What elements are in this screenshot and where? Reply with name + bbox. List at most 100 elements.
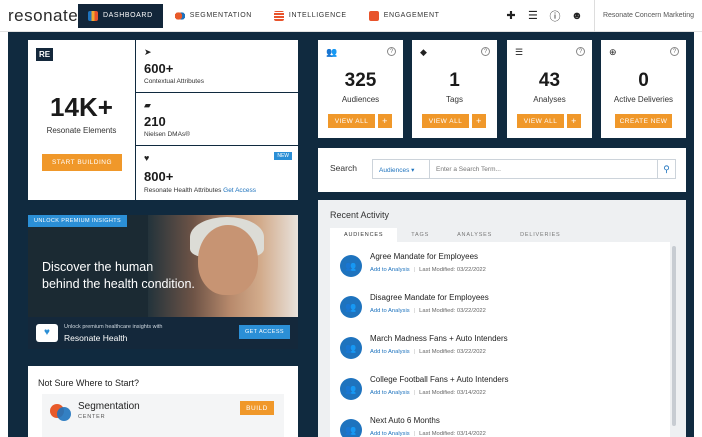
build-button[interactable]: BUILD [240,401,274,415]
segmentation-center-tile: Segmentation CENTER BUILD [42,394,284,437]
audience-avatar-icon: 👥 [340,255,362,277]
dashboard-main: RE 14K+ Resonate Elements START BUILDING… [8,32,694,437]
add-audience-button[interactable]: + [378,114,392,128]
segmentation-icon [174,10,185,21]
last-modified: Last Modified: 03/14/2022 [419,390,486,396]
health-promo-banner[interactable]: UNLOCK PREMIUM INSIGHTS Discover the hum… [28,215,298,317]
deliveries-label: Active Deliveries [613,95,674,104]
start-building-button[interactable]: START BUILDING [42,154,122,171]
last-modified: Last Modified: 03/22/2022 [419,349,486,355]
promo-headline: Discover the human behind the health con… [42,259,222,293]
health-heart-icon: ♥ [36,324,58,342]
contextual-label: Contextual Attributes [144,78,204,85]
audience-name[interactable]: Next Auto 6 Months [370,416,440,425]
tags-view-all-button[interactable]: VIEW ALL [422,114,469,128]
heart-icon: ♥ [144,153,150,163]
tab-deliveries[interactable]: DELIVERIES [506,228,574,243]
tab-dashboard[interactable]: DASHBOARD [78,3,163,28]
list-item[interactable]: 👥 Agree Mandate for Employees Add to Ana… [340,250,660,286]
add-to-analysis-link[interactable]: Add to Analysis [370,267,410,273]
help-icon[interactable]: ? [387,47,396,56]
help-icon[interactable]: ? [670,47,679,56]
help-icon[interactable]: ? [481,47,490,56]
add-to-analysis-link[interactable]: Add to Analysis [370,390,410,396]
tab-dashboard-label: DASHBOARD [103,12,153,19]
contextual-count: 600+ [144,61,174,76]
audience-name[interactable]: March Madness Fans + Auto Intenders [370,334,508,343]
last-modified: Last Modified: 03/22/2022 [419,308,486,314]
account-name[interactable]: Resonate Concern Marketing [593,0,702,32]
cursor-icon: ➤ [144,47,152,57]
audience-meta: Add to Analysis | Last Modified: 03/22/202… [370,349,486,355]
add-tag-button[interactable]: + [472,114,486,128]
plus-icon[interactable]: ✚ [500,9,522,22]
tab-analyses[interactable]: ANALYSES [443,228,506,243]
promo-footer-text: Unlock premium healthcare insights with [64,324,163,330]
help-icon[interactable]: ? [576,47,585,56]
add-to-analysis-link[interactable]: Add to Analysis [370,431,410,437]
tab-tags[interactable]: TAGS [397,228,443,243]
list-icon[interactable]: ☰ [522,9,544,22]
recent-tabs: AUDIENCES TAGS ANALYSES DELIVERIES [330,228,575,243]
help-icon[interactable]: ⓘ [544,8,566,24]
tab-audiences[interactable]: AUDIENCES [330,228,398,243]
top-navigation: resonate DASHBOARD SEGMENTATION INTELLIG… [0,0,702,32]
add-to-analysis-link[interactable]: Add to Analysis [370,308,410,314]
recent-list: 👥 Agree Mandate for Employees Add to Ana… [330,242,670,437]
tags-card: ◆ ? 1 Tags VIEW ALL + [412,40,497,138]
tab-segmentation-label: SEGMENTATION [189,12,252,19]
add-analysis-button[interactable]: + [567,114,581,128]
create-new-delivery-button[interactable]: CREATE NEW [615,114,672,128]
list-item[interactable]: 👥 March Madness Fans + Auto Intenders Ad… [340,332,660,368]
unlock-premium-tag: UNLOCK PREMIUM INSIGHTS [28,215,128,227]
analyses-count: 43 [538,70,561,91]
audience-icon: 👥 [326,47,338,57]
audience-meta: Add to Analysis | Last Modified: 03/22/202… [370,267,486,273]
dma-count: 210 [144,114,166,129]
audiences-view-all-button[interactable]: VIEW ALL [328,114,375,128]
audiences-label: Audiences [341,95,380,104]
resonate-logo[interactable]: resonate [0,6,78,26]
promo-footer: ♥ Unlock premium healthcare insights wit… [28,317,298,349]
tag-icon: ◆ [420,47,427,57]
search-label: Search [330,163,357,173]
segmentation-name: Segmentation [78,401,140,412]
search-input[interactable] [430,159,658,179]
promo-footer-brand: Resonate Health [64,333,128,343]
list-item[interactable]: 👥 College Football Fans + Auto Intenders… [340,373,660,409]
add-to-analysis-link[interactable]: Add to Analysis [370,349,410,355]
health-attributes-card: ♥ NEW 800+ Resonate Health Attributes Ge… [136,146,298,200]
audiences-card: 👥 ? 325 Audiences VIEW ALL + [318,40,403,138]
promo-headline-2: behind the health condition. [42,277,195,291]
tab-engagement[interactable]: ENGAGEMENT [359,4,450,28]
search-card: Search Audiences ▾ ⚲ [318,148,686,192]
analyses-view-all-button[interactable]: VIEW ALL [517,114,564,128]
audience-name[interactable]: College Football Fans + Auto Intenders [370,375,509,384]
audience-avatar-icon: 👥 [340,296,362,318]
not-sure-title: Not Sure Where to Start? [38,378,140,388]
tab-segmentation[interactable]: SEGMENTATION [165,4,262,28]
audience-name[interactable]: Agree Mandate for Employees [370,252,478,261]
tab-intelligence[interactable]: INTELLIGENCE [264,4,357,28]
contextual-attributes-card: ➤ 600+ Contextual Attributes [136,40,298,92]
nav-actions: ✚ ☰ ⓘ ☻ Resonate Concern Marketing [500,0,702,32]
tags-label: Tags [446,95,463,104]
list-item[interactable]: 👥 Disagree Mandate for Employees Add to … [340,291,660,327]
recent-activity-title: Recent Activity [330,210,390,220]
tags-count: 1 [449,70,460,91]
re-logo-badge: RE [36,48,54,61]
get-access-link[interactable]: Get Access [223,187,256,194]
search-type-select[interactable]: Audiences ▾ [372,159,430,179]
health-label: Resonate Health Attributes Get Access [144,187,256,194]
recent-scrollbar[interactable] [672,246,676,426]
get-access-button[interactable]: GET ACCESS [238,325,290,339]
nielsen-dma-card: ▰ 210 Nielsen DMAs® [136,93,298,145]
audience-meta: Add to Analysis | Last Modified: 03/14/202… [370,390,486,396]
not-sure-card: Not Sure Where to Start? Segmentation CE… [28,366,298,437]
health-label-text: Resonate Health Attributes [144,187,222,194]
search-icon[interactable]: ⚲ [658,159,676,179]
user-icon[interactable]: ☻ [566,10,588,22]
audience-name[interactable]: Disagree Mandate for Employees [370,293,489,302]
new-badge: NEW [274,152,292,160]
list-item[interactable]: 👥 Next Auto 6 Months Add to Analysis | Las… [340,414,660,437]
